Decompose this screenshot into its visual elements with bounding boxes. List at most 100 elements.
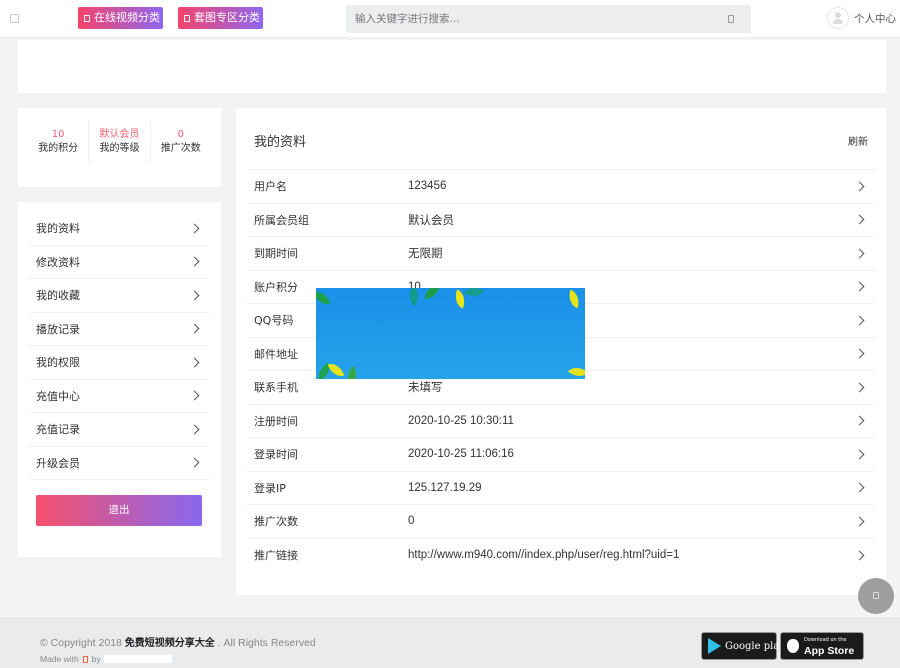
sidebar-item-permissions[interactable]: 我的权限 (29, 346, 210, 380)
sidebar-item-label: 充值中心 (36, 389, 80, 403)
chevron-right-icon (854, 516, 865, 527)
picture-icon (184, 15, 190, 22)
chevron-right-icon (854, 315, 865, 326)
sidebar-item-label: 我的收藏 (36, 289, 80, 303)
profile-row[interactable]: 到期时间 无限期 (247, 237, 875, 271)
chevron-right-icon (189, 323, 200, 334)
profile-row[interactable]: 所属会员组 默认会员 (247, 204, 875, 237)
profile-field-label: 推广次数 (254, 515, 298, 529)
leaf-decoration (342, 366, 362, 379)
profile-field-value: 默认会员 (408, 214, 454, 227)
stat-value: 默认会员 (99, 129, 140, 140)
sidebar-item-play-history[interactable]: 播放记录 (29, 313, 210, 346)
chevron-right-icon (854, 348, 865, 359)
profile-row[interactable]: 注册时间 2020-10-25 10:30:11 (247, 405, 875, 438)
profile-field-label: 所属会员组 (254, 213, 309, 227)
profile-field-label: 登录IP (254, 481, 286, 495)
sidebar-item-label: 升级会员 (36, 456, 80, 470)
google-play-badge[interactable]: Google play (701, 632, 785, 660)
refresh-link[interactable]: 刷新 (848, 133, 868, 148)
profile-row[interactable]: 登录IP 125.127.19.29 (247, 472, 875, 505)
sidebar-item-label: 我的资料 (36, 222, 80, 236)
leaf-decoration (316, 288, 331, 308)
search-icon[interactable] (728, 15, 734, 23)
avatar-icon (827, 7, 849, 29)
leaf-decoration (327, 360, 345, 379)
profile-field-label: 联系手机 (254, 381, 298, 395)
logout-button[interactable]: 退出 (36, 495, 202, 526)
leaf-decoration (423, 288, 441, 300)
search-input[interactable] (346, 5, 716, 33)
sidebar-item-edit-profile[interactable]: 修改资料 (29, 246, 210, 279)
profile-field-value: 2020-10-25 10:30:11 (408, 414, 514, 427)
sidebar-item-favorites[interactable]: 我的收藏 (29, 279, 210, 313)
profile-field-value: http://www.m940.com//index.php/user/reg.… (408, 549, 680, 562)
sidebar-item-recharge-center[interactable]: 充值中心 (29, 380, 210, 413)
copyright-text: © Copyright 2018 免费短视频分享大全 . All Rights … (40, 634, 316, 649)
sidebar-item-my-profile[interactable]: 我的资料 (29, 212, 210, 246)
chevron-right-icon (854, 281, 865, 292)
copyright-suffix: . All Rights Reserved (217, 637, 316, 649)
google-play-icon (708, 638, 721, 654)
app-store-small-label: Download on the (804, 636, 847, 643)
stat-promotions: 0 推广次数 (151, 120, 211, 163)
stat-value: 10 (51, 129, 65, 140)
chevron-right-icon (189, 290, 200, 301)
stat-level: 默认会员 我的等级 (89, 120, 151, 163)
chevron-right-icon (854, 382, 865, 393)
arrow-up-icon (873, 592, 879, 599)
chevron-right-icon (854, 248, 865, 259)
logo-icon[interactable] (10, 14, 19, 23)
back-to-top-button[interactable] (858, 578, 894, 614)
user-center-link[interactable]: 个人中心 (822, 6, 896, 30)
chevron-right-icon (854, 181, 865, 192)
sidebar-item-label: 我的权限 (36, 356, 80, 370)
profile-field-label: 登录时间 (254, 448, 298, 462)
site-name-link[interactable]: 免费短视频分享大全 (125, 638, 215, 649)
made-with-text: Made with by (40, 654, 172, 664)
panel-header: 我的资料 刷新 (247, 108, 875, 170)
profile-row[interactable]: 推广链接 http://www.m940.com//index.php/user/… (247, 539, 875, 573)
user-stats-card: 10 我的积分 默认会员 我的等级 0 推广次数 (18, 108, 221, 187)
profile-row[interactable]: 用户名 123456 (247, 170, 875, 204)
profile-field-label: 注册时间 (254, 414, 298, 428)
app-store-badge[interactable]: Download on the App Store (780, 632, 864, 660)
chevron-right-icon (854, 482, 865, 493)
stat-label: 推广次数 (160, 143, 201, 154)
profile-field-value: 2020-10-25 11:06:16 (408, 448, 514, 461)
stat-value: 0 (177, 129, 184, 140)
leaf-decoration (404, 288, 424, 306)
profile-row[interactable]: 登录时间 2020-10-25 11:06:16 (247, 438, 875, 472)
chevron-right-icon (854, 214, 865, 225)
sidebar-item-upgrade-membership[interactable]: 升级会员 (29, 447, 210, 480)
page-title: 我的资料 (254, 135, 307, 150)
heart-icon (82, 655, 88, 663)
overlay-ad-image[interactable] (316, 288, 585, 379)
picture-category-label: 套图专区分类 (194, 11, 260, 24)
profile-field-label: 到期时间 (254, 247, 298, 261)
video-icon (84, 15, 90, 22)
chevron-right-icon (189, 390, 200, 401)
sidebar-item-label: 充值记录 (36, 423, 80, 437)
chevron-right-icon (189, 457, 200, 468)
by-label: by (91, 654, 101, 664)
author-link[interactable] (103, 655, 172, 663)
copyright-prefix: © Copyright 2018 (40, 637, 122, 649)
profile-field-value: 未填写 (408, 382, 443, 395)
profile-row[interactable]: 推广次数 0 (247, 505, 875, 539)
top-header: 在线视频分类 套图专区分类 个人中心 (0, 0, 900, 38)
sidebar-item-recharge-records[interactable]: 充值记录 (29, 413, 210, 447)
chevron-right-icon (189, 256, 200, 267)
sidebar-menu: 我的资料 修改资料 我的收藏 播放记录 我的权限 充值中心 充值记录 升级会员 … (18, 202, 221, 557)
leaf-decoration (566, 289, 582, 309)
leaf-decoration (464, 288, 484, 302)
video-category-button[interactable]: 在线视频分类 (78, 7, 163, 29)
apple-icon (787, 639, 799, 653)
sidebar-item-label: 播放记录 (36, 322, 80, 336)
google-play-label: Google play (725, 640, 785, 652)
picture-category-button[interactable]: 套图专区分类 (178, 7, 263, 29)
chevron-right-icon (189, 424, 200, 435)
stat-label: 我的等级 (99, 143, 140, 154)
sidebar-item-label: 修改资料 (36, 255, 80, 269)
profile-field-label: 推广链接 (254, 549, 298, 563)
